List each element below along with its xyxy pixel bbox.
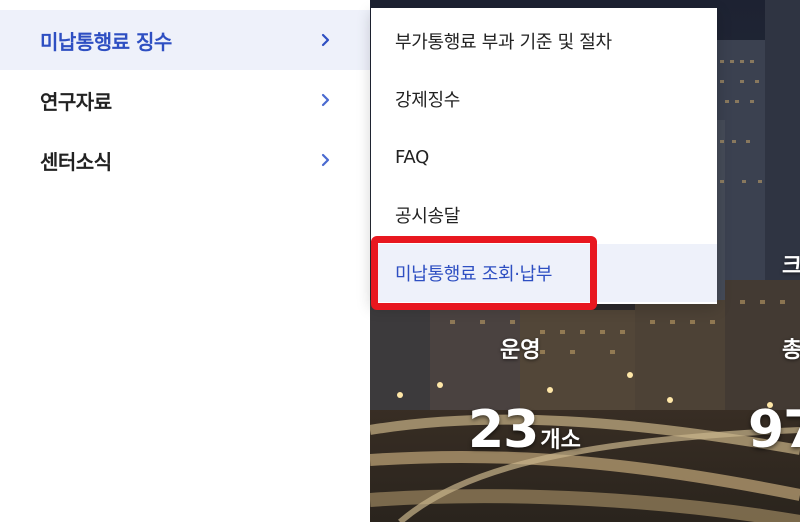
stat-value-operation: 23개소	[468, 400, 581, 460]
nav-item-label: 연구자료	[40, 89, 112, 114]
nav-item-label: 미납통행료 징수	[40, 29, 172, 54]
left-navigation: 미납통행료 징수 연구자료 센터소식	[0, 0, 370, 522]
stat-unit: 개소	[540, 428, 581, 453]
nav-item-research-materials[interactable]: 연구자료	[0, 70, 370, 130]
stat-value-total: 97	[748, 400, 800, 460]
chevron-right-icon	[318, 153, 332, 167]
stat-label-total: 총	[782, 338, 800, 363]
nav-item-center-news[interactable]: 센터소식	[0, 130, 370, 190]
chevron-right-icon	[318, 33, 332, 47]
nav-item-label: 센터소식	[40, 149, 112, 174]
submenu-item-forced-collection[interactable]: 강제징수	[371, 70, 717, 128]
submenu-unpaid-toll-collection: 부가통행료 부과 기준 및 절차 강제징수 FAQ 공시송달 미납통행료 조회·…	[371, 8, 717, 304]
stat-number: 23	[468, 400, 539, 460]
submenu-item-unpaid-toll-inquiry-payment[interactable]: 미납통행료 조회·납부	[371, 244, 717, 302]
submenu-item-surcharge-criteria[interactable]: 부가통행료 부과 기준 및 절차	[371, 12, 717, 70]
hero-cut-heading: 크	[782, 254, 800, 279]
nav-item-unpaid-toll-collection[interactable]: 미납통행료 징수	[0, 10, 370, 70]
submenu-item-faq[interactable]: FAQ	[371, 128, 717, 186]
stat-label-operation: 운영	[500, 338, 541, 363]
chevron-right-icon	[318, 93, 332, 107]
stat-number: 97	[748, 400, 800, 460]
submenu-item-public-notice[interactable]: 공시송달	[371, 186, 717, 244]
